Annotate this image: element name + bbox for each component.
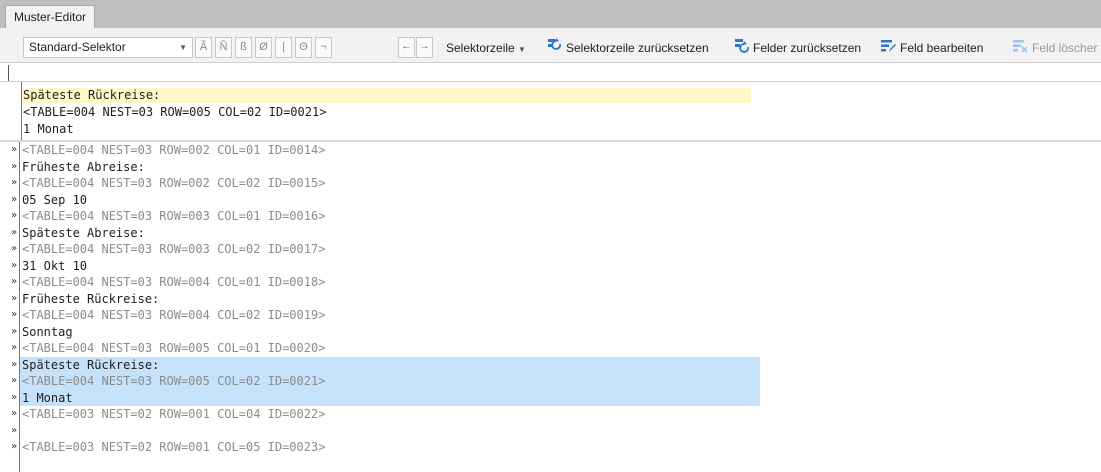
reset-fields-icon[interactable] xyxy=(734,38,750,54)
insert-theta-button[interactable]: Θ xyxy=(295,37,312,58)
field-tag-text: <TABLE=004 NEST=03 ROW=005 COL=01 ID=002… xyxy=(22,341,326,355)
field-value-text: 31 Okt 10 xyxy=(22,258,88,273)
line-marker-icon: » xyxy=(11,292,18,304)
insert-o-slash-button[interactable]: Ø xyxy=(255,37,272,58)
line-marker-icon: » xyxy=(11,193,18,205)
arrow-left-icon[interactable]: ← xyxy=(398,37,415,58)
selektorzeile-label: Selektorzeile xyxy=(446,41,515,55)
insert-pipe-button[interactable]: | xyxy=(275,37,292,58)
document-tab[interactable]: Muster-Editor xyxy=(5,5,96,29)
editor-line[interactable]: » <TABLE=004 NEST=03 ROW=004 COL=02 ID=00… xyxy=(0,307,1101,323)
editor-line[interactable]: » <TABLE=003 NEST=02 ROW=001 COL=04 ID=00… xyxy=(0,406,1101,422)
selector-dropdown-value: Standard-Selektor xyxy=(29,40,126,54)
line-marker-icon: » xyxy=(11,342,18,353)
field-value-text: Späteste Abreise: xyxy=(22,225,145,240)
insert-n-tilde-button[interactable]: Ñ xyxy=(215,37,232,58)
editor-line[interactable]: » xyxy=(0,423,1101,439)
editor-lines[interactable]: » <TABLE=004 NEST=03 ROW=002 COL=01 ID=00… xyxy=(0,142,1101,472)
line-marker-icon: » xyxy=(11,210,18,221)
field-value-text: 05 Sep 10 xyxy=(22,192,88,207)
insert-not-sign-button[interactable]: ¬ xyxy=(315,37,332,58)
field-tag-text: <TABLE=003 NEST=02 ROW=001 COL=04 ID=002… xyxy=(22,407,326,421)
line-marker-icon: » xyxy=(11,391,18,403)
line-marker-icon: » xyxy=(11,375,18,386)
line-marker-icon: » xyxy=(11,358,18,370)
editor-line[interactable]: » 1 Monat xyxy=(0,390,1101,406)
field-tag-text: <TABLE=003 NEST=02 ROW=001 COL=05 ID=002… xyxy=(22,440,326,454)
line-marker-icon: » xyxy=(11,243,18,254)
field-value-text: Späteste Rückreise: xyxy=(22,357,160,372)
title-bar xyxy=(0,0,1101,29)
editor-line[interactable]: » 05 Sep 10 xyxy=(0,192,1101,208)
reset-fields-button[interactable]: Felder zurücksetzen xyxy=(753,41,861,55)
selektorzeile-dropdown[interactable]: Selektorzeile ▼ xyxy=(446,41,526,55)
line-marker-icon: » xyxy=(11,259,18,271)
editor-line[interactable]: » <TABLE=004 NEST=03 ROW=005 COL=02 ID=00… xyxy=(0,373,1101,389)
field-value-text: Früheste Abreise: xyxy=(22,159,145,174)
editor-line[interactable]: » <TABLE=004 NEST=03 ROW=003 COL=02 ID=00… xyxy=(0,241,1101,257)
preview-line-3: 1 Monat xyxy=(23,122,74,136)
line-marker-icon: » xyxy=(11,441,18,452)
chevron-down-icon: ▼ xyxy=(179,43,187,52)
field-tag-text: <TABLE=004 NEST=03 ROW=004 COL=01 ID=001… xyxy=(22,275,326,289)
field-value-text: Früheste Rückreise: xyxy=(22,291,160,306)
editor-line[interactable]: » Späteste Abreise: xyxy=(0,225,1101,241)
edit-field-button[interactable]: Feld bearbeiten xyxy=(900,41,983,55)
editor-line[interactable]: » <TABLE=004 NEST=03 ROW=003 COL=01 ID=00… xyxy=(0,208,1101,224)
field-value-text: 1 Monat xyxy=(22,390,73,405)
selector-dropdown[interactable]: Standard-Selektor ▼ xyxy=(23,37,193,58)
preview-pane: Späteste Rückreise: <TABLE=004 NEST=03 R… xyxy=(0,82,1101,142)
preview-line-1: Späteste Rückreise: xyxy=(23,88,161,102)
insert-a-tilde-button[interactable]: Ã xyxy=(195,37,212,58)
line-marker-icon: » xyxy=(11,276,18,287)
edit-field-icon[interactable] xyxy=(880,38,896,54)
field-tag-text: <TABLE=004 NEST=03 ROW=003 COL=02 ID=001… xyxy=(22,242,326,256)
field-tag-text: <TABLE=004 NEST=03 ROW=004 COL=02 ID=001… xyxy=(22,308,326,322)
line-marker-icon: » xyxy=(11,408,18,419)
field-tag-text: <TABLE=004 NEST=03 ROW=002 COL=02 ID=001… xyxy=(22,176,326,190)
line-marker-icon: » xyxy=(11,226,18,238)
selector-line-input[interactable] xyxy=(0,63,1101,82)
delete-field-icon xyxy=(1013,40,1028,53)
editor-line[interactable]: » Früheste Rückreise: xyxy=(0,291,1101,307)
editor-line[interactable]: » <TABLE=004 NEST=03 ROW=002 COL=02 ID=00… xyxy=(0,175,1101,191)
chevron-down-icon: ▼ xyxy=(518,45,526,54)
editor-line[interactable]: » Sonntag xyxy=(0,324,1101,340)
line-marker-icon: » xyxy=(11,424,18,436)
delete-field-button: Feld löscher xyxy=(1032,41,1098,55)
left-margin-bar xyxy=(8,65,9,81)
editor-line[interactable]: » <TABLE=003 NEST=02 ROW=001 COL=05 ID=00… xyxy=(0,439,1101,455)
editor-line[interactable]: » 31 Okt 10 xyxy=(0,258,1101,274)
line-marker-icon: » xyxy=(11,309,18,320)
editor-line[interactable]: » <TABLE=004 NEST=03 ROW=002 COL=01 ID=00… xyxy=(0,142,1101,158)
field-tag-text: <TABLE=004 NEST=03 ROW=005 COL=02 ID=002… xyxy=(22,374,326,388)
line-marker-icon: » xyxy=(11,144,18,155)
editor-line[interactable]: » Späteste Rückreise: xyxy=(0,357,1101,373)
line-marker-icon: » xyxy=(11,325,18,337)
reset-selector-icon[interactable] xyxy=(547,38,563,54)
field-value-text: Sonntag xyxy=(22,324,73,339)
reset-selector-button[interactable]: Selektorzeile zurücksetzen xyxy=(566,41,709,55)
line-marker-icon: » xyxy=(11,177,18,188)
field-tag-text: <TABLE=004 NEST=03 ROW=002 COL=01 ID=001… xyxy=(22,143,326,157)
insert-eszett-button[interactable]: ß xyxy=(235,37,252,58)
editor-line[interactable]: » <TABLE=004 NEST=03 ROW=004 COL=01 ID=00… xyxy=(0,274,1101,290)
editor-toolbar: Standard-Selektor ▼ Ã Ñ ß Ø | Θ ¬ ← → Se… xyxy=(0,31,1101,63)
editor-line[interactable]: » Früheste Abreise: xyxy=(0,159,1101,175)
preview-line-2: <TABLE=004 NEST=03 ROW=005 COL=02 ID=002… xyxy=(23,105,327,119)
arrow-right-icon[interactable]: → xyxy=(416,37,433,58)
editor-line[interactable]: » <TABLE=004 NEST=03 ROW=005 COL=01 ID=00… xyxy=(0,340,1101,356)
line-marker-icon: » xyxy=(11,160,18,172)
field-tag-text: <TABLE=004 NEST=03 ROW=003 COL=01 ID=001… xyxy=(22,209,326,223)
